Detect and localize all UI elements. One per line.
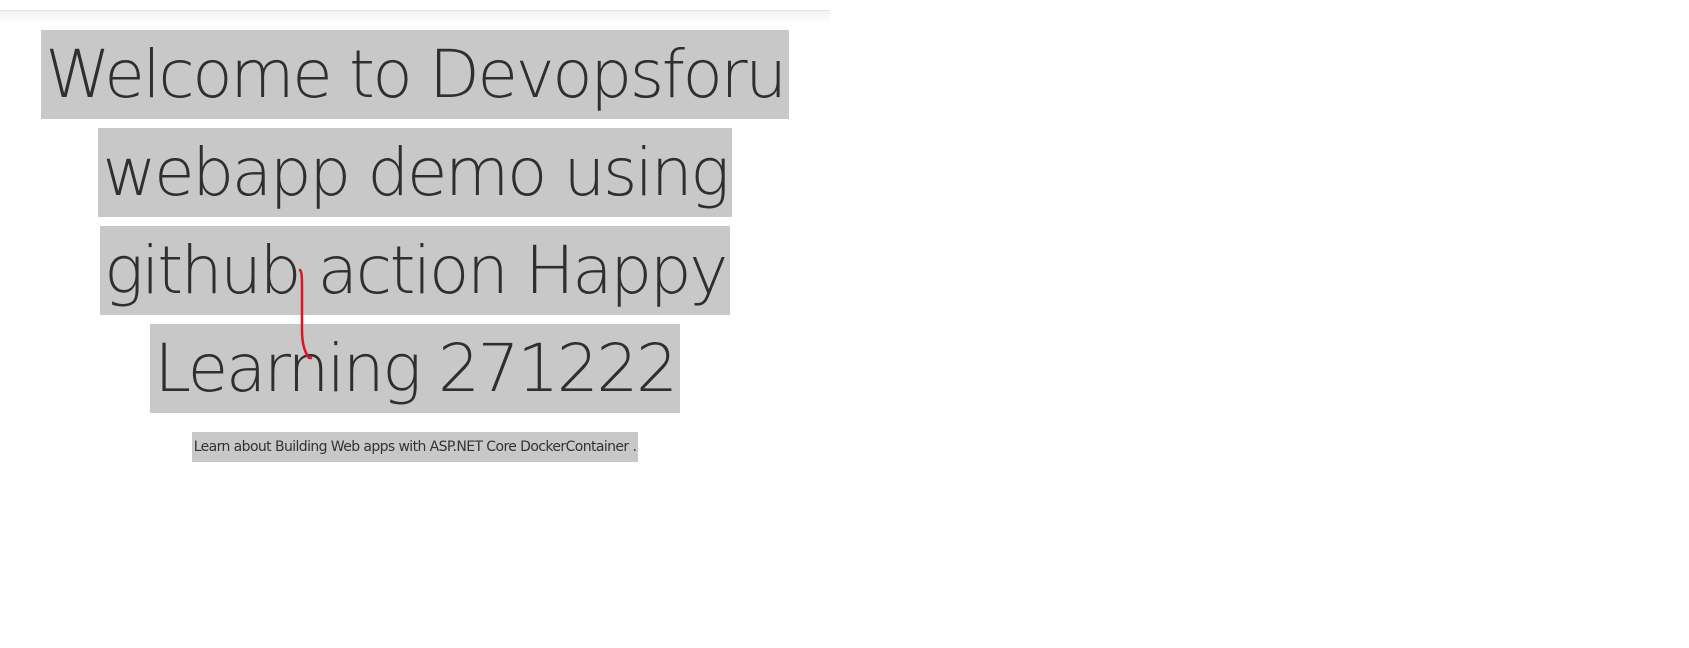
lead-paragraph: Learn about Building Web apps with ASP.N… <box>0 432 830 462</box>
lead-prefix: Learn about <box>193 439 275 455</box>
page-heading-text: Welcome to Devopsforu webapp demo using … <box>41 30 789 413</box>
page-heading: Welcome to Devopsforu webapp demo using … <box>0 26 830 418</box>
browser-top-bar <box>0 0 830 11</box>
docs-link[interactable]: Building Web apps with ASP.NET Core Dock… <box>275 439 629 455</box>
lead-suffix: . <box>628 439 637 455</box>
lead-highlight: Learn about Building Web apps with ASP.N… <box>191 432 639 462</box>
top-bar-shadow <box>0 11 830 25</box>
main-content: Welcome to Devopsforu webapp demo using … <box>0 26 830 476</box>
